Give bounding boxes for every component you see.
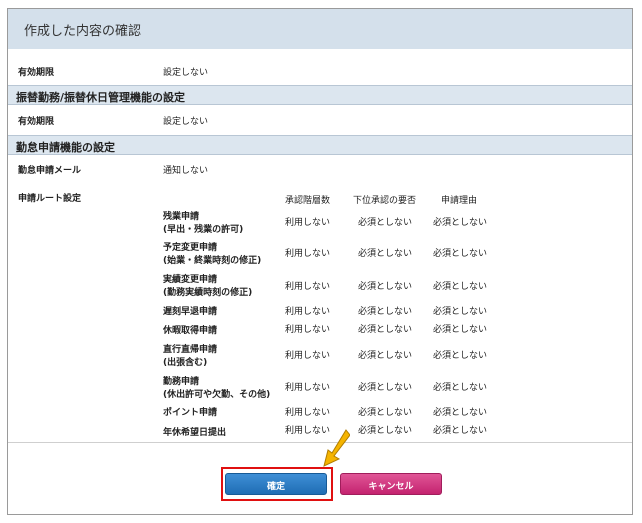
confirm-button[interactable]: 確定 <box>225 473 327 495</box>
col-lower-approval: 下位承認の要否 <box>353 196 417 206</box>
request-reason: 必須としない <box>433 282 488 292</box>
transfer-section-title: 振替勤務/振替休日管理機能の設定 <box>16 91 186 104</box>
request-lower: 必須としない <box>358 426 413 436</box>
request-name: 直行直帰申請 (出張含む) <box>163 345 218 368</box>
col-reason: 申請理由 <box>441 196 478 206</box>
request-lower: 必須としない <box>358 218 413 228</box>
request-name: 実績変更申請 (勤務実績時刻の修正) <box>163 275 253 298</box>
expiry-label: 有効期限 <box>18 68 55 78</box>
request-reason: 必須としない <box>433 426 488 436</box>
attendance-section-header: 勤怠申請機能の設定 <box>8 135 632 155</box>
request-name: 遅刻早退申請 <box>163 307 218 317</box>
request-levels: 利用しない <box>285 408 331 418</box>
request-name: ポイント申請 <box>163 408 218 418</box>
transfer-expiry-label: 有効期限 <box>18 117 55 127</box>
request-levels: 利用しない <box>285 249 331 259</box>
route-setting-label: 申請ルート設定 <box>18 194 82 204</box>
panel-header: 作成した内容の確認 <box>8 9 632 49</box>
cancel-button[interactable]: キャンセル <box>340 473 442 495</box>
request-lower: 必須としない <box>358 307 413 317</box>
request-name: 予定変更申請 (始業・終業時刻の修正) <box>163 243 262 266</box>
request-reason: 必須としない <box>433 218 488 228</box>
request-levels: 利用しない <box>285 383 331 393</box>
request-reason: 必須としない <box>433 307 488 317</box>
request-reason: 必須としない <box>433 383 488 393</box>
request-name: 勤務申請 (休出許可や欠勤、その他) <box>163 377 271 400</box>
transfer-expiry-value: 設定しない <box>163 117 209 127</box>
request-name: 休暇取得申請 <box>163 326 218 336</box>
request-lower: 必須としない <box>358 282 413 292</box>
request-levels: 利用しない <box>285 282 331 292</box>
request-levels: 利用しない <box>285 325 331 335</box>
request-name: 残業申請 (早出・残業の許可) <box>163 212 244 235</box>
request-levels: 利用しない <box>285 351 331 361</box>
attendance-mail-value: 通知しない <box>163 166 209 176</box>
col-approval-levels: 承認階層数 <box>285 196 331 206</box>
request-lower: 必須としない <box>358 249 413 259</box>
request-lower: 必須としない <box>358 408 413 418</box>
request-reason: 必須としない <box>433 351 488 361</box>
attendance-section-title: 勤怠申請機能の設定 <box>16 141 115 154</box>
page-title: 作成した内容の確認 <box>24 24 142 39</box>
request-name: 年休希望日提出 <box>163 428 227 438</box>
request-levels: 利用しない <box>285 307 331 317</box>
transfer-section-header: 振替勤務/振替休日管理機能の設定 <box>8 85 632 105</box>
request-lower: 必須としない <box>358 383 413 393</box>
pointer-arrow-icon <box>323 429 350 467</box>
request-reason: 必須としない <box>433 325 488 335</box>
request-reason: 必須としない <box>433 249 488 259</box>
expiry-value: 設定しない <box>163 68 209 78</box>
request-reason: 必須としない <box>433 408 488 418</box>
request-lower: 必須としない <box>358 325 413 335</box>
request-levels: 利用しない <box>285 218 331 228</box>
request-lower: 必須としない <box>358 351 413 361</box>
attendance-mail-label: 勤怠申請メール <box>18 166 82 176</box>
